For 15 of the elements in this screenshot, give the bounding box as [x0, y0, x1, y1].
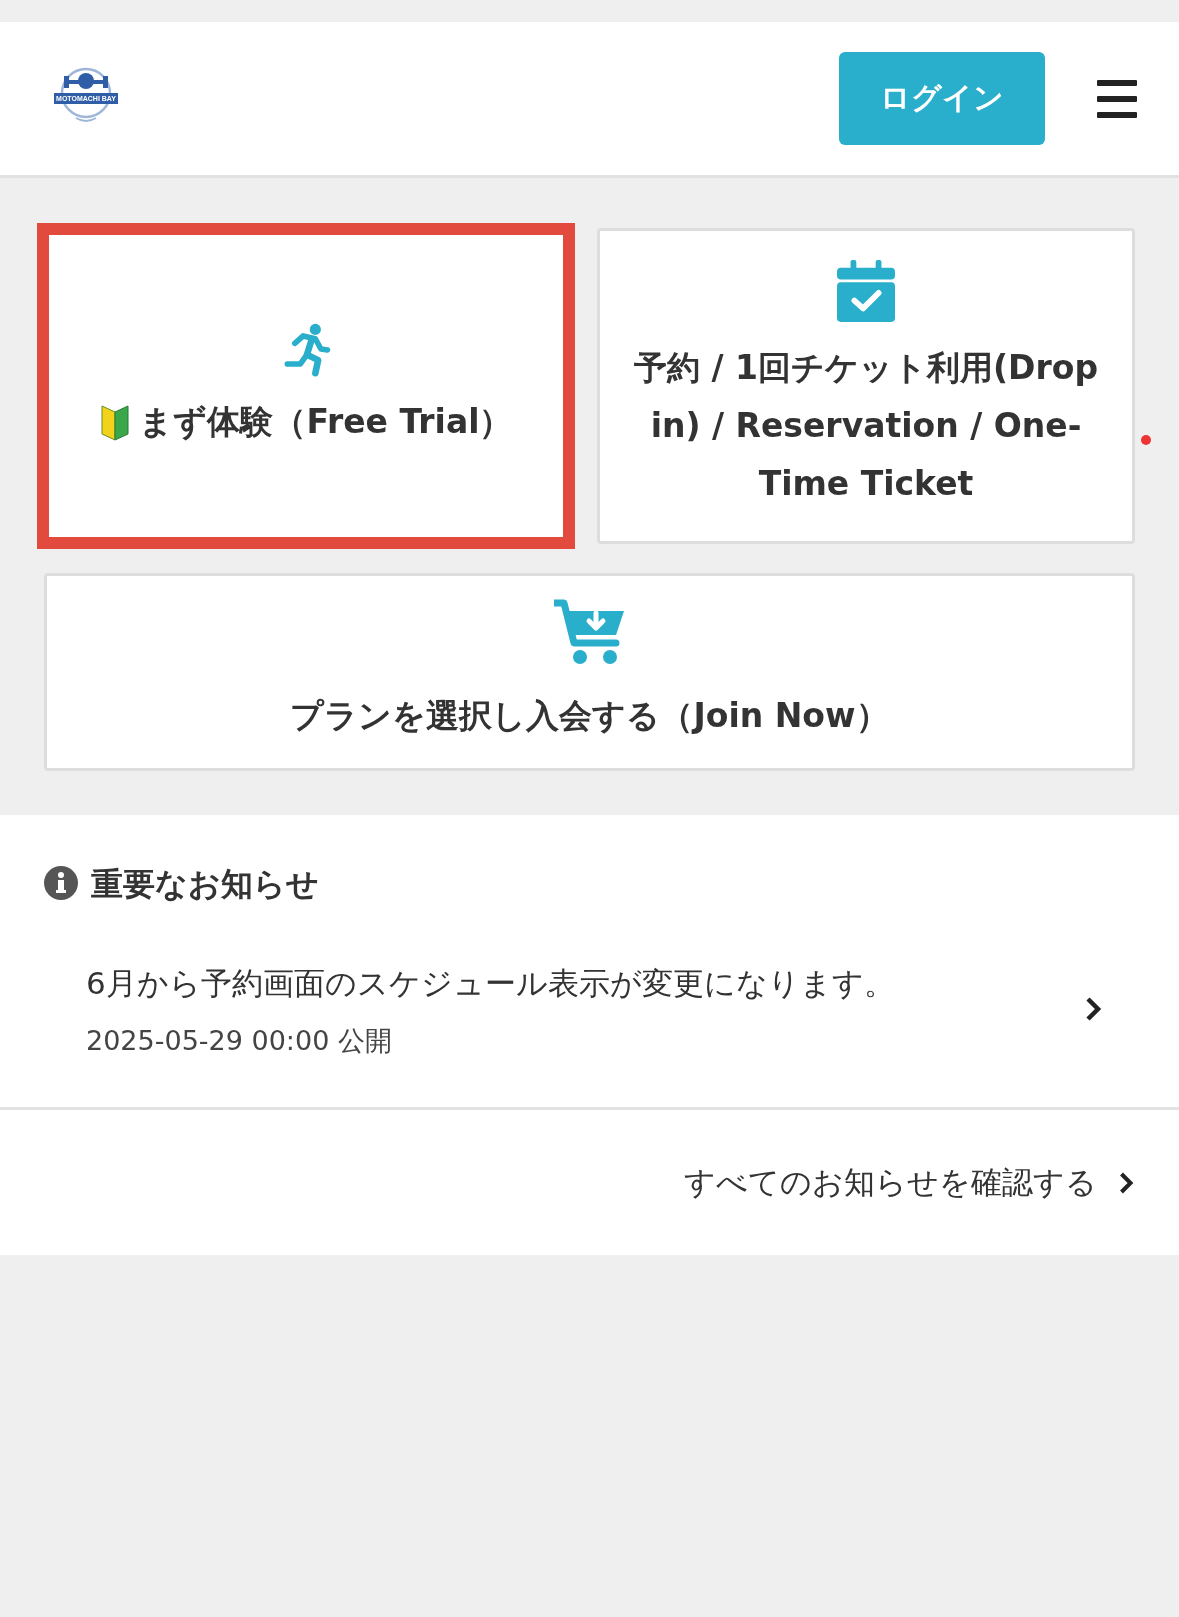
notice-item[interactable]: 6月から予約画面のスケジュール表示が変更になります。 2025-05-29 00:00 公開: [0, 907, 1179, 1107]
all-notices-link[interactable]: すべてのお知らせを確認する: [684, 1161, 1135, 1204]
calendar-check-icon: [837, 259, 895, 323]
card-title: 予約 / 1回チケット利用(Drop in) / Reservation / One-Time Ticket: [632, 347, 1099, 505]
section-title: 重要なお知らせ: [91, 864, 319, 905]
menu-card[interactable]: 予約 / 1回チケット利用(Drop in) / Reservation / One-Time Ticket: [597, 228, 1135, 544]
menu-card[interactable]: プランを選択し入会する（Join Now）: [44, 573, 1135, 771]
beginner-mark-icon: [99, 402, 132, 442]
menu-icon[interactable]: [1097, 79, 1137, 118]
card-title: まず体験（Free Trial）: [139, 401, 513, 443]
card-title: プランを選択し入会する（Join Now）: [290, 695, 889, 737]
notice-title: 6月から予約画面のスケジュール表示が変更になります。: [86, 964, 896, 1003]
notice-date: 2025-05-29 00:00 公開: [86, 1024, 393, 1058]
menu-card[interactable]: まず体験（Free Trial）: [37, 223, 575, 549]
cart-download-icon: [553, 599, 626, 665]
